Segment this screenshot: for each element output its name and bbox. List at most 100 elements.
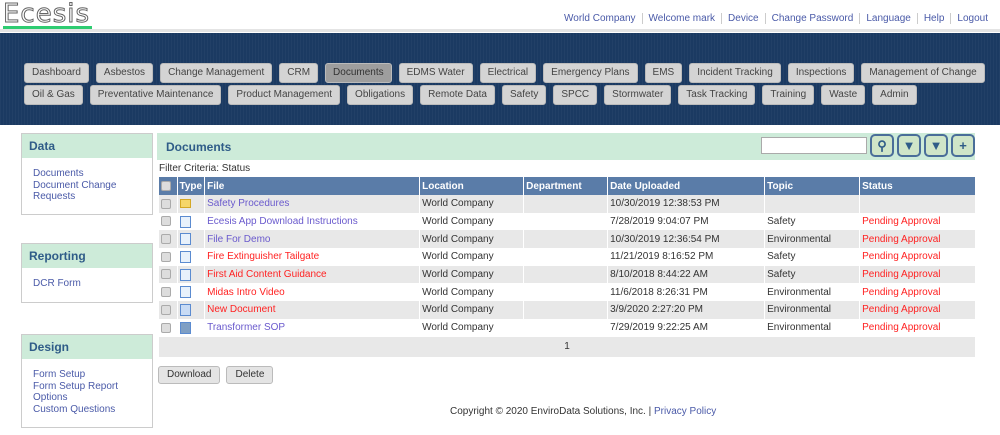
nav-crm[interactable]: CRM: [279, 63, 319, 83]
top-link-welcome-mark[interactable]: Welcome mark: [641, 13, 722, 24]
row-checkbox[interactable]: [161, 234, 171, 245]
department-cell: [523, 195, 609, 213]
nav-task-tracking[interactable]: Task Tracking: [678, 85, 756, 105]
select-cell: [159, 318, 178, 337]
nav-asbestos[interactable]: Asbestos: [95, 63, 154, 83]
col-file[interactable]: File: [204, 177, 421, 195]
nav-spcc[interactable]: SPCC: [553, 85, 598, 105]
date-cell: 10/30/2019 12:38:53 PM: [607, 195, 766, 213]
nav-preventative-maintenance[interactable]: Preventative Maintenance: [89, 85, 222, 105]
page-1[interactable]: 1: [564, 341, 570, 352]
top-link-language[interactable]: Language: [859, 13, 917, 24]
table-row[interactable]: Safety Procedures World Company 10/30/2019…: [159, 195, 976, 213]
download-button[interactable]: Download: [158, 366, 221, 384]
topic-cell: Environmental: [764, 318, 861, 337]
sidebar-item-options[interactable]: Options: [33, 392, 141, 404]
table-row[interactable]: Fire Extinguisher Tailgate World Company 1…: [159, 248, 976, 266]
topic-cell: [764, 195, 861, 213]
file-link[interactable]: First Aid Content Guidance: [207, 269, 327, 280]
nav-remote-data[interactable]: Remote Data: [420, 85, 495, 105]
table-row[interactable]: Midas Intro Video World Company 11/6/2018 …: [159, 283, 976, 302]
sidebar-item-form-setup-report[interactable]: Form Setup Report: [33, 381, 141, 393]
location-cell: World Company: [419, 283, 525, 302]
table-row[interactable]: New Document World Company 3/9/2020 2:27:2…: [159, 301, 976, 319]
type-cell: [177, 248, 206, 266]
col-location[interactable]: Location: [419, 177, 525, 195]
header-divider: [0, 29, 1000, 32]
sidebar-item-form-setup[interactable]: Form Setup: [33, 369, 141, 381]
nav-documents[interactable]: Documents: [325, 63, 392, 83]
nav-product-management[interactable]: Product Management: [228, 85, 341, 105]
nav-waste[interactable]: Waste: [821, 85, 866, 105]
col-type[interactable]: Type: [177, 177, 206, 195]
department-cell: [523, 318, 609, 337]
row-checkbox[interactable]: [161, 269, 171, 280]
top-link-change-password[interactable]: Change Password: [764, 13, 860, 24]
file-cell: Safety Procedures: [204, 195, 421, 213]
row-checkbox[interactable]: [161, 287, 171, 298]
status-cell: Pending Approval: [859, 301, 976, 319]
table-row[interactable]: First Aid Content Guidance World Company 8…: [159, 265, 976, 284]
file-link[interactable]: Midas Intro Video: [207, 287, 285, 298]
clear-filter-icon[interactable]: ▼: [924, 134, 948, 157]
nav-obligations[interactable]: Obligations: [347, 85, 414, 105]
nav-admin[interactable]: Admin: [872, 85, 917, 105]
col-department[interactable]: Department: [523, 177, 609, 195]
file-link[interactable]: New Document: [207, 304, 275, 315]
top-link-device[interactable]: Device: [721, 13, 765, 24]
sidebar-section-data: Data Documents Document Change Requests: [21, 133, 153, 215]
nav-oil-gas[interactable]: Oil & Gas: [24, 85, 83, 105]
image-icon: [179, 321, 191, 334]
table-row[interactable]: File For Demo World Company 10/30/2019 12:…: [159, 230, 976, 249]
top-link-logout[interactable]: Logout: [950, 13, 994, 24]
sidebar-item-custom-questions[interactable]: Custom Questions: [33, 404, 141, 416]
nav-dashboard[interactable]: Dashboard: [24, 63, 89, 83]
row-checkbox[interactable]: [161, 251, 171, 262]
nav-ems[interactable]: EMS: [644, 63, 683, 83]
col-topic[interactable]: Topic: [764, 177, 861, 195]
document-icon: [179, 286, 191, 299]
top-links: World Company Welcome mark Device Change Pa…: [558, 13, 994, 24]
table-row[interactable]: Ecesis App Download Instructions World Co…: [159, 212, 976, 231]
col-date-uploaded[interactable]: Date Uploaded: [607, 177, 766, 195]
col-status[interactable]: Status: [859, 177, 976, 195]
row-checkbox[interactable]: [161, 304, 171, 315]
type-cell: [177, 318, 206, 337]
nav-edms-water[interactable]: EDMS Water: [398, 63, 473, 83]
topic-cell: Safety: [764, 265, 861, 284]
row-checkbox[interactable]: [161, 198, 171, 209]
file-cell: New Document: [204, 301, 421, 319]
nav-incident-tracking[interactable]: Incident Tracking: [689, 63, 781, 83]
row-checkbox[interactable]: [161, 322, 171, 333]
nav-safety[interactable]: Safety: [502, 85, 547, 105]
file-link[interactable]: Ecesis App Download Instructions: [207, 216, 358, 227]
row-checkbox[interactable]: [161, 216, 171, 227]
nav-training[interactable]: Training: [762, 85, 815, 105]
select-all-checkbox[interactable]: [161, 180, 171, 191]
top-link-help[interactable]: Help: [916, 13, 951, 24]
filter-icon[interactable]: ▼: [897, 134, 921, 157]
nav-management-of-change[interactable]: Management of Change: [861, 63, 985, 83]
top-link-world-company[interactable]: World Company: [558, 13, 642, 24]
type-cell: [177, 195, 206, 213]
nav-emergency-plans[interactable]: Emergency Plans: [543, 63, 638, 83]
search-icon[interactable]: ⚲: [870, 134, 894, 157]
add-icon[interactable]: +: [951, 134, 975, 157]
department-cell: [523, 265, 609, 284]
privacy-policy-link[interactable]: Privacy Policy: [654, 406, 716, 417]
delete-button[interactable]: Delete: [226, 366, 274, 384]
sidebar-item-documents[interactable]: Documents: [33, 168, 141, 180]
file-link[interactable]: Transformer SOP: [207, 322, 285, 333]
nav-inspections[interactable]: Inspections: [787, 63, 855, 83]
search-input[interactable]: [761, 137, 867, 154]
nav-stormwater[interactable]: Stormwater: [604, 85, 672, 105]
sidebar-item-dcr-form[interactable]: DCR Form: [33, 278, 141, 290]
sidebar-item-document-change-requests[interactable]: Document Change Requests: [33, 180, 141, 203]
table-row[interactable]: Transformer SOP World Company 7/29/2019 9:…: [159, 318, 976, 337]
nav-electrical[interactable]: Electrical: [479, 63, 537, 83]
nav-change-management[interactable]: Change Management: [160, 63, 273, 83]
file-link[interactable]: Fire Extinguisher Tailgate: [207, 251, 319, 262]
file-link[interactable]: File For Demo: [207, 234, 270, 245]
footer: Copyright © 2020 EnviroData Solutions, I…: [450, 406, 716, 417]
file-link[interactable]: Safety Procedures: [207, 198, 289, 209]
